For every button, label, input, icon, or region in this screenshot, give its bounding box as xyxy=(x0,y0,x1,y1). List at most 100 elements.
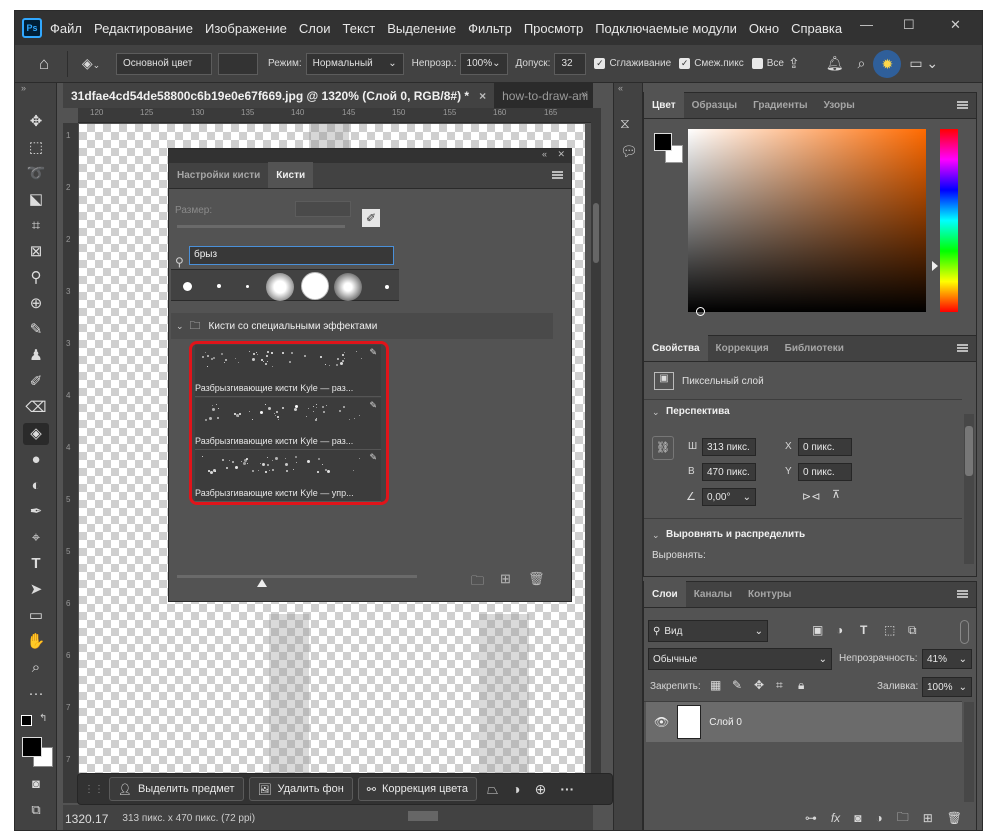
marquee-tool-icon[interactable]: ⬚ xyxy=(23,137,49,159)
foreground-color-swatch[interactable] xyxy=(22,737,42,757)
tab-brush-settings[interactable]: Настройки кисти xyxy=(169,162,268,188)
brush-search-input[interactable]: брыз xyxy=(189,246,394,265)
screen-mode-icon[interactable]: ⧉ xyxy=(23,799,49,821)
remove-background-button[interactable]: 🖼︎ Удалить фон xyxy=(248,777,353,801)
scroll-thumb[interactable] xyxy=(593,203,599,263)
hand-tool-icon[interactable]: ✋ xyxy=(23,631,49,653)
delete-icon[interactable]: 🗑︎ xyxy=(528,571,545,587)
lock-transparent-icon[interactable]: ▦ xyxy=(710,678,721,692)
minimize-button[interactable]: — xyxy=(860,17,873,32)
search-icon[interactable]: ⌕ xyxy=(857,55,865,72)
paint-bucket-tool-icon[interactable]: ◈ xyxy=(23,423,49,445)
mode-select[interactable]: Нормальный ⌄ xyxy=(305,52,404,75)
menu-item[interactable]: Выделение xyxy=(387,21,456,36)
new-group-icon[interactable]: 🗀︎ xyxy=(471,572,484,594)
brush-item[interactable]: Разбрызгивающие кисти Kyle — раз... ✎ xyxy=(195,345,381,397)
panel-menu-icon[interactable] xyxy=(957,344,968,352)
brush-tool-icon[interactable]: ✎ xyxy=(23,319,49,341)
transform-icon[interactable]: ⏢ xyxy=(487,781,498,798)
filter-smart-object-icon[interactable]: ⧉ xyxy=(908,623,917,638)
new-layer-icon[interactable]: ⊞ xyxy=(923,811,933,825)
contiguous-checkbox[interactable]: ✓ xyxy=(679,58,691,69)
menu-item[interactable]: Справка xyxy=(791,21,842,36)
lasso-tool-icon[interactable]: ➰ xyxy=(23,163,49,185)
more-options-icon[interactable]: ··· xyxy=(560,781,574,797)
flip-vertical-icon[interactable]: ⊼ xyxy=(832,488,840,501)
new-brush-icon[interactable]: ✐ xyxy=(362,209,380,227)
recent-brush[interactable] xyxy=(385,285,389,289)
brush-item[interactable]: Разбрызгивающие кисти Kyle — раз... ✎ xyxy=(195,398,381,450)
notifications-icon[interactable]: 🔔︎ xyxy=(826,55,844,72)
chevron-down-icon[interactable]: ⌄ xyxy=(652,407,660,418)
color-picker-field[interactable] xyxy=(688,129,926,316)
menu-item[interactable]: Окно xyxy=(749,21,779,36)
tab-libraries[interactable]: Библиотеки xyxy=(777,335,852,361)
hue-slider[interactable] xyxy=(940,129,958,312)
swap-colors-icon[interactable]: ↰ xyxy=(39,713,47,724)
properties-scrollbar[interactable] xyxy=(964,414,974,564)
recent-brush[interactable] xyxy=(301,272,329,300)
tab-properties[interactable]: Свойства xyxy=(644,335,708,361)
path-selection-tool-icon[interactable]: ➤ xyxy=(23,579,49,601)
eraser-tool-icon[interactable]: ⌫ xyxy=(23,397,49,419)
angle-field[interactable]: 0,00° ⌄ xyxy=(702,488,756,506)
x-field[interactable]: 0 пикс. xyxy=(798,438,852,456)
close-button[interactable]: ✕ xyxy=(950,17,961,33)
filter-toggle[interactable] xyxy=(960,620,969,644)
opacity-field[interactable]: 100% ⌄ xyxy=(459,52,508,75)
history-brush-tool-icon[interactable]: ✐ xyxy=(23,371,49,393)
align-section-title[interactable]: Выровнять и распределить xyxy=(666,529,805,540)
filter-type-icon[interactable]: T xyxy=(860,623,867,637)
add-image-icon[interactable]: ⊕ xyxy=(535,781,547,798)
tab-document-active[interactable]: 31dfae4cd54de58800c6b19e0e67f669.jpg @ 1… xyxy=(63,83,495,108)
collapse-icon[interactable]: » xyxy=(21,83,26,93)
brush-folder-row[interactable]: ⌄ 🗀︎ Кисти со специальными эффектами xyxy=(171,313,553,339)
menu-item[interactable]: Подключаемые модули xyxy=(595,21,737,36)
tolerance-field[interactable]: 32 xyxy=(554,52,587,75)
close-panel-icon[interactable]: ✕ xyxy=(557,149,565,160)
panel-menu-icon[interactable] xyxy=(552,171,563,179)
chevron-down-icon[interactable]: ⌄ xyxy=(652,530,660,541)
canvas-vertical-scrollbar[interactable] xyxy=(591,108,601,803)
color-correction-button[interactable]: ⚯ Коррекция цвета xyxy=(357,777,477,801)
tab-layers[interactable]: Слои xyxy=(644,581,686,607)
lock-image-icon[interactable]: ✎ xyxy=(732,678,742,692)
share-icon[interactable]: ⇪ xyxy=(788,55,800,72)
horizontal-scroll-thumb[interactable] xyxy=(408,811,438,821)
fill-source-select[interactable]: Основной цвет xyxy=(116,52,212,75)
layer-filter-select[interactable]: ⚲ Вид ⌄ xyxy=(648,620,768,642)
pattern-picker[interactable] xyxy=(218,52,258,75)
home-icon[interactable]: ⌂ xyxy=(29,54,59,74)
dodge-tool-icon[interactable]: ◐ xyxy=(23,475,49,497)
recent-brush[interactable] xyxy=(246,285,249,288)
chevron-down-icon[interactable]: ⌄ xyxy=(176,321,184,332)
layer-row[interactable]: 👁︎ Слой 0 xyxy=(646,702,962,742)
move-tool-icon[interactable]: ✥ xyxy=(23,111,49,133)
lock-all-icon[interactable]: 🔒︎ xyxy=(798,678,804,693)
menu-item[interactable]: Просмотр xyxy=(524,21,583,36)
menu-item[interactable]: Редактирование xyxy=(94,21,193,36)
foreground-color-swatch[interactable] xyxy=(654,133,672,151)
new-brush-icon[interactable]: ⊞ xyxy=(500,571,511,587)
pen-anchor-tool-icon[interactable]: ⌖ xyxy=(23,527,49,549)
clone-stamp-tool-icon[interactable]: ♟ xyxy=(23,345,49,367)
history-icon[interactable]: ⧖ xyxy=(620,115,630,132)
eyedropper-tool-icon[interactable]: ⚲ xyxy=(23,267,49,289)
panel-menu-icon[interactable] xyxy=(957,590,968,598)
tab-paths[interactable]: Контуры xyxy=(740,581,799,607)
eye-icon[interactable]: 👁︎ xyxy=(654,715,669,729)
preview-size-slider[interactable] xyxy=(177,575,417,578)
layers-scrollbar[interactable] xyxy=(964,702,974,802)
collapse-icon[interactable]: « xyxy=(542,149,547,159)
zoom-tool-icon[interactable]: ⌕ xyxy=(23,657,49,679)
tab-swatches[interactable]: Образцы xyxy=(684,92,745,118)
slider-handle[interactable] xyxy=(257,579,267,587)
y-field[interactable]: 0 пикс. xyxy=(798,463,852,481)
filter-shape-icon[interactable]: ⬚ xyxy=(884,623,895,637)
workspace-icon[interactable]: ▭ ⌄ xyxy=(909,55,938,72)
adjustment-icon[interactable]: ◑ xyxy=(512,781,520,797)
lock-position-icon[interactable]: ✥ xyxy=(754,678,764,692)
collapse-icon[interactable]: « xyxy=(618,83,623,93)
zoom-level[interactable]: 1320.17 xyxy=(65,812,108,826)
height-field[interactable]: 470 пикс. xyxy=(702,463,756,481)
